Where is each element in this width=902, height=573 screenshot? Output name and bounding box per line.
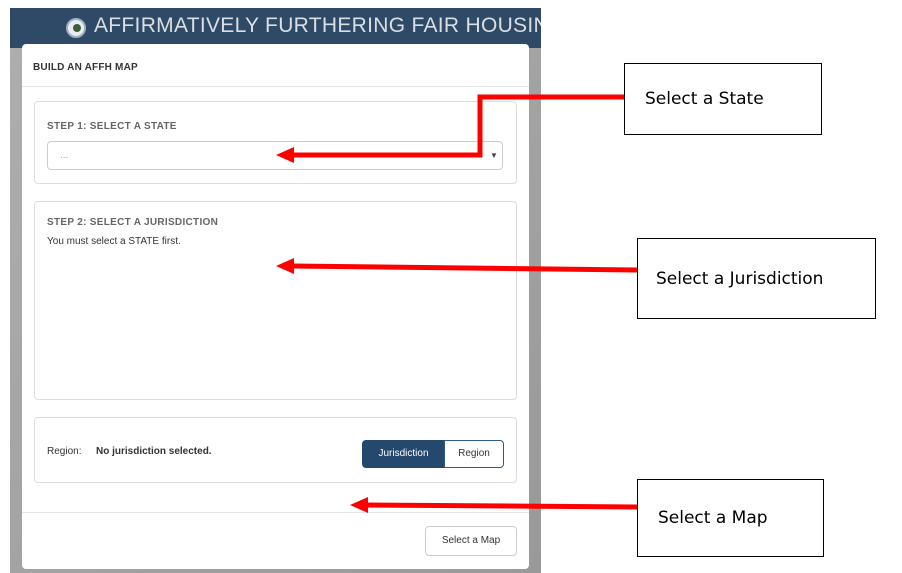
arrow-select-state-head (276, 147, 294, 163)
arrow-select-state-line (292, 94, 624, 158)
arrow-select-jurisdiction-line (291, 263, 638, 273)
annotation-arrows (276, 94, 638, 513)
arrow-select-map-line (365, 502, 638, 510)
arrow-select-map-head (350, 497, 368, 513)
arrow-select-jurisdiction-head (276, 258, 294, 274)
